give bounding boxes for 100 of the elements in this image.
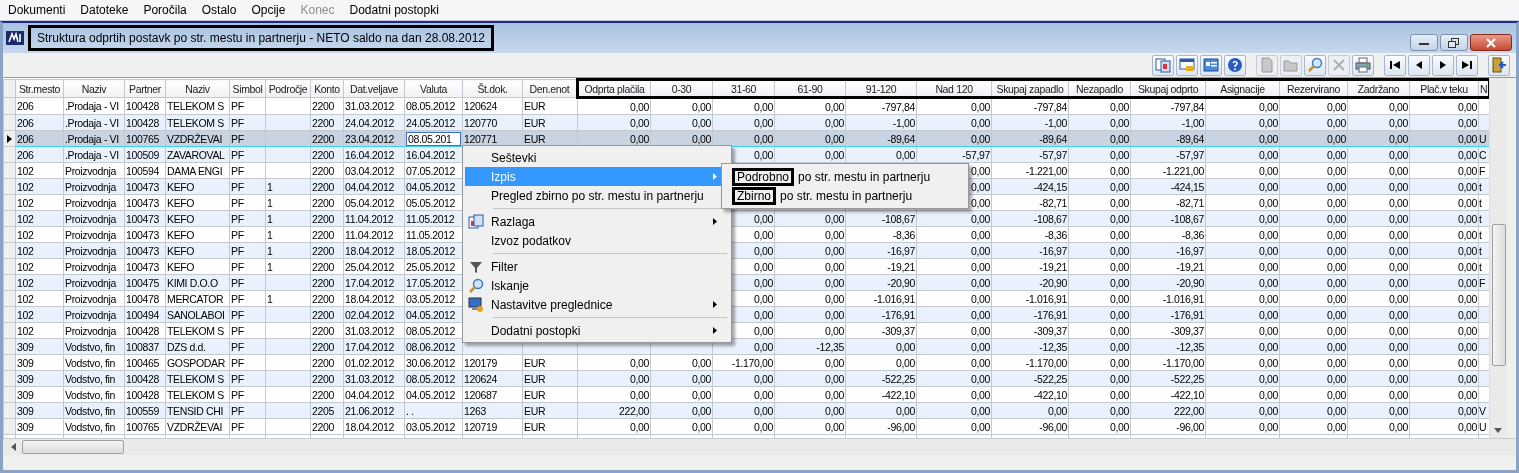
table-cell: 0,00 <box>1388 244 1408 257</box>
table-cell: 0,00 <box>1109 260 1129 273</box>
table-cell: 0,00 <box>1388 260 1408 273</box>
card-button[interactable] <box>1200 54 1222 76</box>
table-row[interactable]: 309 Vodstvo, fin 100837 DZS d.d. PF 2200 17.04.2012 08.06.2012 0,00 -12,35 0,00 0,00 -12,35 0,00 -12,35 0,00 0,00 0,00 0,00 <box>3 338 1489 355</box>
menu-item[interactable]: Datoteke <box>80 3 129 17</box>
last-button[interactable] <box>1456 54 1478 76</box>
table-cell: 08.06.2012 <box>406 340 456 353</box>
horizontal-scrollbar[interactable] <box>3 438 1516 455</box>
help-button[interactable] <box>1224 54 1246 76</box>
column-header[interactable]: Str.mesto <box>15 79 64 98</box>
column-header[interactable]: 91-120 <box>845 79 917 98</box>
column-header[interactable]: 0-30 <box>650 79 713 98</box>
table-cell: 0,00 <box>1457 228 1477 241</box>
column-header[interactable]: 61-90 <box>774 79 846 98</box>
menu-item[interactable]: Dodatni postopki <box>349 3 439 17</box>
table-cell: 21.06.2012 <box>345 404 395 417</box>
scrollbar-thumb[interactable] <box>1492 224 1506 366</box>
table-cell: 0,00 <box>1457 308 1477 321</box>
table-cell: 102 <box>17 308 34 321</box>
table-cell: 2200 <box>312 148 334 161</box>
menu-item[interactable]: Dokumenti <box>8 3 66 17</box>
column-header[interactable]: Področje <box>265 79 311 98</box>
column-header[interactable]: Asignacije <box>1205 79 1280 98</box>
table-cell: 100473 <box>126 180 159 193</box>
next-button[interactable] <box>1432 54 1454 76</box>
print-button[interactable] <box>1352 54 1374 76</box>
table-cell: 0,00 <box>1388 180 1408 193</box>
scroll-left-icon[interactable] <box>11 443 16 451</box>
table-row[interactable]: 309 Vodstvo, fin 100765 VZDRŽEVAI PF 2200 18.04.2012 03.05.2012 120719 EUR 0,00 0,00 0,00 0,00 -96,00 0,00 -96,00 0,00 -96,00 0,00 0,00 0,00 0,00 U <box>3 418 1489 435</box>
first-button[interactable] <box>1384 54 1406 76</box>
table-cell: 0,00 <box>970 308 990 321</box>
column-header[interactable]: Nezapadlo <box>1068 79 1131 98</box>
menu-item[interactable]: Ostalo <box>201 3 237 17</box>
context-menu-item[interactable]: Dodatni postopki <box>465 321 729 340</box>
table-cell: 100765 <box>126 420 159 433</box>
cell-editor-field[interactable]: 08.05.201 <box>406 131 461 146</box>
search-button[interactable] <box>1304 54 1326 76</box>
context-menu-item[interactable]: Filter <box>465 257 729 276</box>
table-row[interactable]: 206 .Prodaja - VI 100428 TELEKOM S PF 2200 31.03.2012 08.05.2012 120624 EUR 0,00 0,00 0,00 0,00 -797,84 0,00 -797,84 0,00 -797,84 0,00 0,00 0,00 0,00 <box>3 97 1489 115</box>
windows-button[interactable] <box>1152 54 1174 76</box>
table-cell: 0,00 <box>753 292 773 305</box>
table-cell: -19,21 <box>887 260 915 273</box>
table-cell: 0,00 <box>1258 276 1278 289</box>
table-cell: 2205 <box>312 404 334 417</box>
table-cell: V <box>1479 404 1486 417</box>
table-cell: 02.04.2012 <box>345 308 395 321</box>
table-cell: 0,00 <box>753 308 773 321</box>
column-header[interactable]: Partner <box>124 79 166 98</box>
close-button[interactable] <box>1470 34 1512 51</box>
table-cell: 0,00 <box>691 132 711 145</box>
column-header[interactable]: Št.dok. <box>462 79 523 98</box>
column-header[interactable]: Naziv <box>165 79 230 98</box>
table-row[interactable]: 309 Vodstvo, fin 100559 TENSID CHI PF 2205 21.06.2012 . . 1263 EUR 222,00 0,00 0,00 0,00 0,00 0,00 0,00 0,00 222,00 0,00 0,00 0,00 0,00 V <box>3 402 1489 419</box>
prev-button[interactable] <box>1408 54 1430 76</box>
column-header[interactable]: Den.enot <box>522 79 578 98</box>
column-header[interactable]: Naziv <box>63 79 125 98</box>
table-row[interactable]: 206 .Prodaja - VI 100428 TELEKOM S PF 2200 24.04.2012 24.05.2012 120770 EUR 0,00 0,00 0,00 0,00 -1,00 0,00 -1,00 0,00 -1,00 0,00 0,00 0,00 0,00 <box>3 114 1489 131</box>
table-cell: PF <box>231 164 244 177</box>
table-cell: -96,00 <box>1039 420 1067 433</box>
column-header[interactable]: Skupaj odprto <box>1130 79 1206 98</box>
table-cell: 0,00 <box>1457 132 1477 145</box>
column-header[interactable]: 31-60 <box>712 79 775 98</box>
table-cell: 0,00 <box>970 356 990 369</box>
windows-icon <box>1155 57 1171 73</box>
table-row[interactable]: 206 .Prodaja - VI 100765 VZDRŽEVAI PF 2200 23.04.2012 08.05.201 120771 EUR 0,00 0,00 0,00 0,00 -89,64 0,00 -89,64 0,00 -89,64 0,00 0,00 0,00 0,00 U <box>3 130 1489 147</box>
scrollbar-thumb[interactable] <box>22 440 124 454</box>
vertical-scrollbar[interactable] <box>1489 78 1507 438</box>
column-header[interactable]: Valuta <box>404 79 463 98</box>
table-cell: -82,71 <box>1176 196 1204 209</box>
table-cell: PF <box>231 244 244 257</box>
table-cell: 0,00 <box>1326 164 1346 177</box>
column-header[interactable]: Plač.v teku <box>1409 79 1479 98</box>
column-header[interactable]: Dat.veljave <box>343 79 405 98</box>
column-header[interactable]: Simbol <box>229 79 266 98</box>
column-header[interactable]: Nad 120 <box>916 79 992 98</box>
table-cell: -89,64 <box>887 132 915 145</box>
scroll-down-icon[interactable] <box>1494 428 1502 433</box>
table-row[interactable]: 309 Vodstvo, fin 100465 GOSPODAR PF 2200 01.02.2012 30.06.2012 120179 EUR 0,00 0,00 -1.170,00 0,00 0,00 0,00 -1.170,00 0,00 -1.170,00 0,00 0,00 0,00 0,00 <box>3 354 1489 371</box>
menu-item[interactable]: Poročila <box>143 3 187 17</box>
column-header[interactable]: Skupaj zapadlo <box>991 79 1069 98</box>
column-header[interactable]: Odprta plačila <box>577 79 651 98</box>
table-cell: 0,00 <box>1258 388 1278 401</box>
column-header[interactable]: Konto <box>310 79 344 98</box>
minimize-button[interactable] <box>1410 34 1438 51</box>
table-cell: t <box>1479 212 1482 225</box>
table-cell: PF <box>231 228 244 241</box>
column-header[interactable]: Zadržano <box>1347 79 1410 98</box>
column-header[interactable]: Rezervirano <box>1279 79 1348 98</box>
window-title: Struktura odprtih postavk po str. mestu in partnerju - NETO saldo na dan 28.08.2012 <box>28 25 495 51</box>
table-row[interactable]: 309 Vodstvo, fin 100428 TELEKOM S PF 2200 31.03.2012 08.05.2012 120624 EUR 0,00 0,00 0,00 0,00 -522,25 0,00 -522,25 0,00 -522,25 0,00 0,00 0,00 0,00 <box>3 370 1489 387</box>
table-cell: 0,00 <box>1388 420 1408 433</box>
table-cell: 0,00 <box>1326 132 1346 145</box>
exit-button[interactable] <box>1488 54 1510 76</box>
table-cell: 102 <box>17 196 34 209</box>
list-button[interactable] <box>1176 54 1198 76</box>
menu-item[interactable]: Opcije <box>251 3 286 17</box>
restore-button[interactable] <box>1440 34 1468 51</box>
table-row[interactable]: 309 Vodstvo, fin 100428 TELEKOM S PF 2200 04.04.2012 04.05.2012 120687 EUR 0,00 0,00 0,00 0,00 -422,10 0,00 -422,10 0,00 -422,10 0,00 0,00 0,00 0,00 <box>3 386 1489 403</box>
table-cell: 0,00 <box>970 244 990 257</box>
